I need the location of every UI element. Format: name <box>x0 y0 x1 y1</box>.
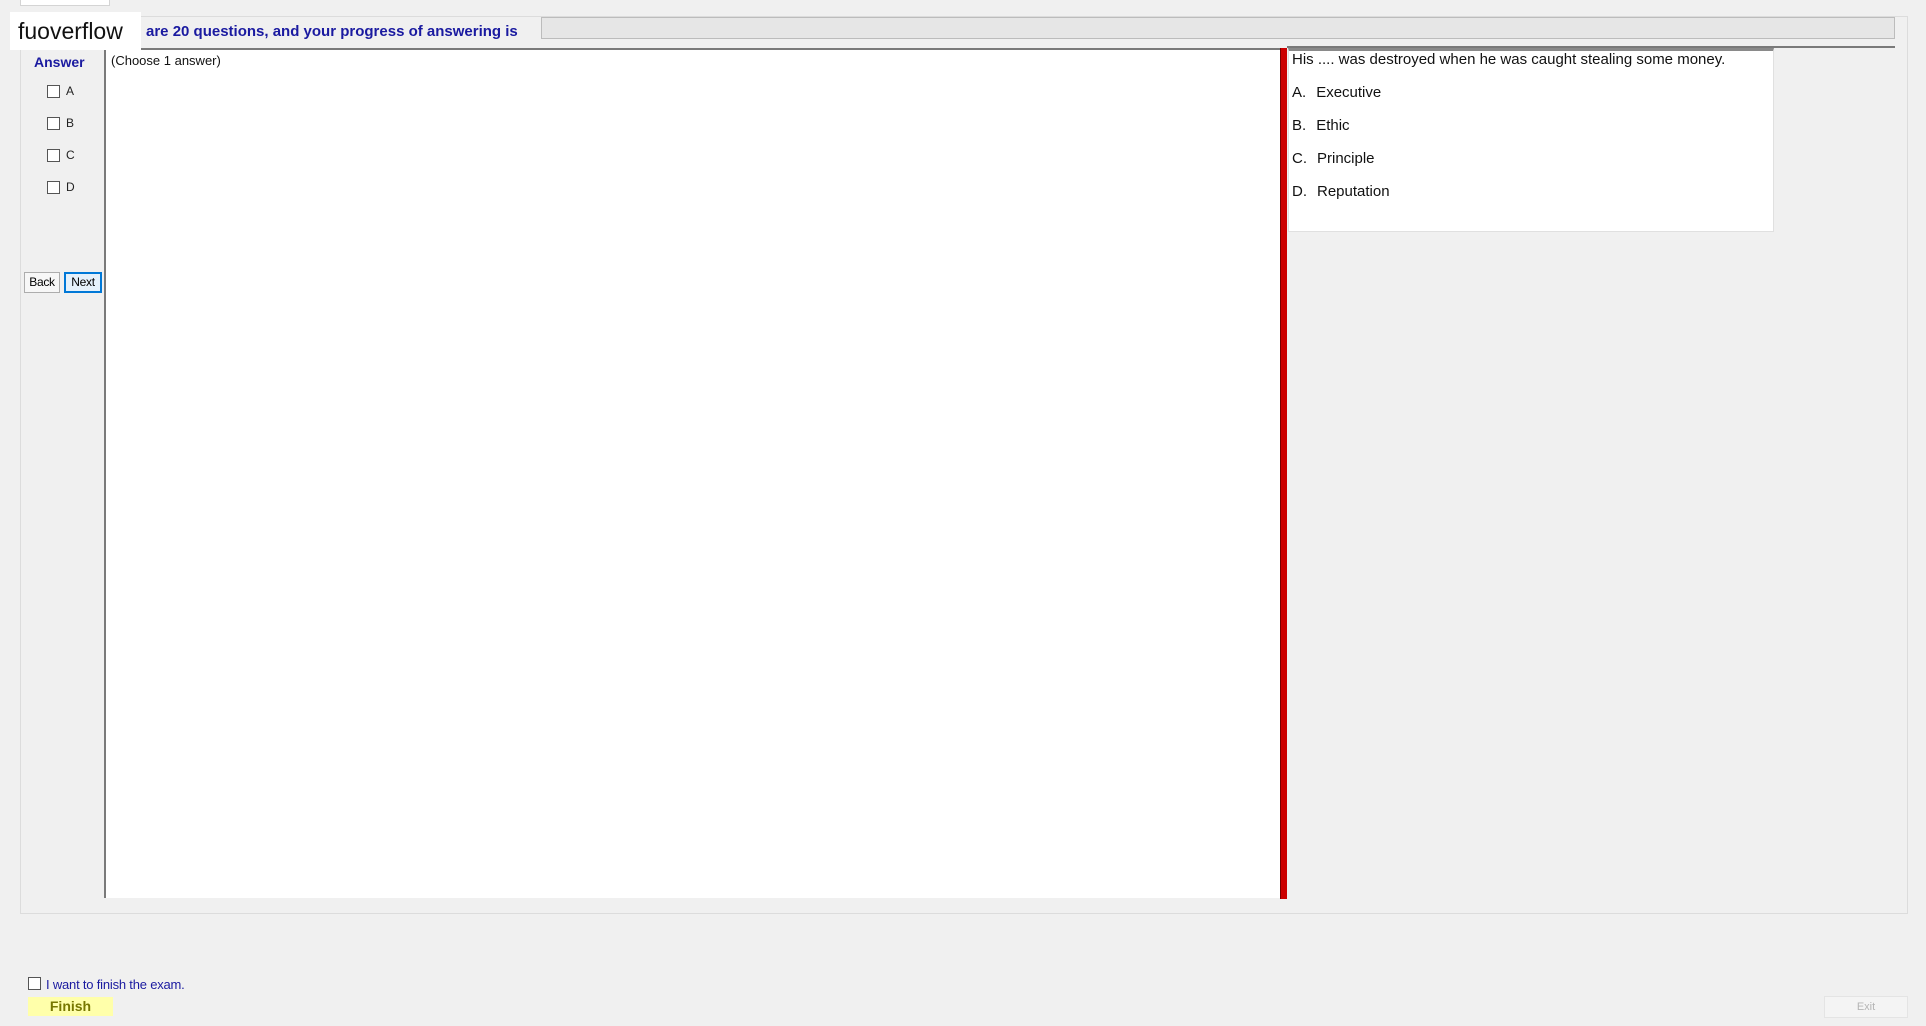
progress-bar <box>541 17 1895 39</box>
answer-area[interactable] <box>104 48 1280 898</box>
back-button[interactable]: Back <box>24 272 60 293</box>
answer-choice-b[interactable]: B <box>47 115 74 131</box>
option-text-d: Reputation <box>1317 183 1390 200</box>
checkbox-d[interactable] <box>47 180 60 194</box>
finish-checkbox-label[interactable]: I want to finish the exam. <box>46 977 185 992</box>
option-letter-d: D. <box>1292 183 1307 200</box>
choose-hint: (Choose 1 answer) <box>111 53 221 68</box>
option-text-b: Ethic <box>1316 117 1350 134</box>
question-text: His .... was destroyed when he was caugh… <box>1292 51 1726 68</box>
finish-checkbox[interactable] <box>28 977 41 990</box>
watermark-logo: fuoverflow <box>10 12 141 50</box>
choice-label-a: A <box>66 84 75 98</box>
question-option-a: A. Executive <box>1292 84 1381 101</box>
checkbox-a[interactable] <box>47 84 60 98</box>
question-option-b: B. Ethic <box>1292 117 1350 134</box>
finish-button[interactable]: Finish <box>28 997 113 1016</box>
choice-label-d: D <box>66 180 75 194</box>
question-panel <box>1288 48 1774 232</box>
answer-choice-a[interactable]: A <box>47 83 74 99</box>
option-letter-a: A. <box>1292 84 1307 101</box>
exit-button[interactable]: Exit <box>1824 996 1908 1018</box>
option-text-a: Executive <box>1316 84 1382 101</box>
option-text-c: Principle <box>1317 150 1375 167</box>
next-button[interactable]: Next <box>64 272 102 293</box>
splitter[interactable] <box>1280 48 1287 899</box>
answer-title: Answer <box>34 54 85 70</box>
option-letter-c: C. <box>1292 150 1307 167</box>
top-tab[interactable] <box>20 0 110 6</box>
choice-label-b: B <box>66 116 75 130</box>
answer-choice-c[interactable]: C <box>47 147 75 163</box>
option-letter-b: B. <box>1292 117 1307 134</box>
progress-text: are 20 questions, and your progress of a… <box>146 23 518 40</box>
checkbox-c[interactable] <box>47 148 60 162</box>
question-option-d: D. Reputation <box>1292 183 1390 200</box>
checkbox-b[interactable] <box>47 116 60 130</box>
question-option-c: C. Principle <box>1292 150 1375 167</box>
choice-label-c: C <box>66 148 75 162</box>
answer-choice-d[interactable]: D <box>47 179 75 195</box>
